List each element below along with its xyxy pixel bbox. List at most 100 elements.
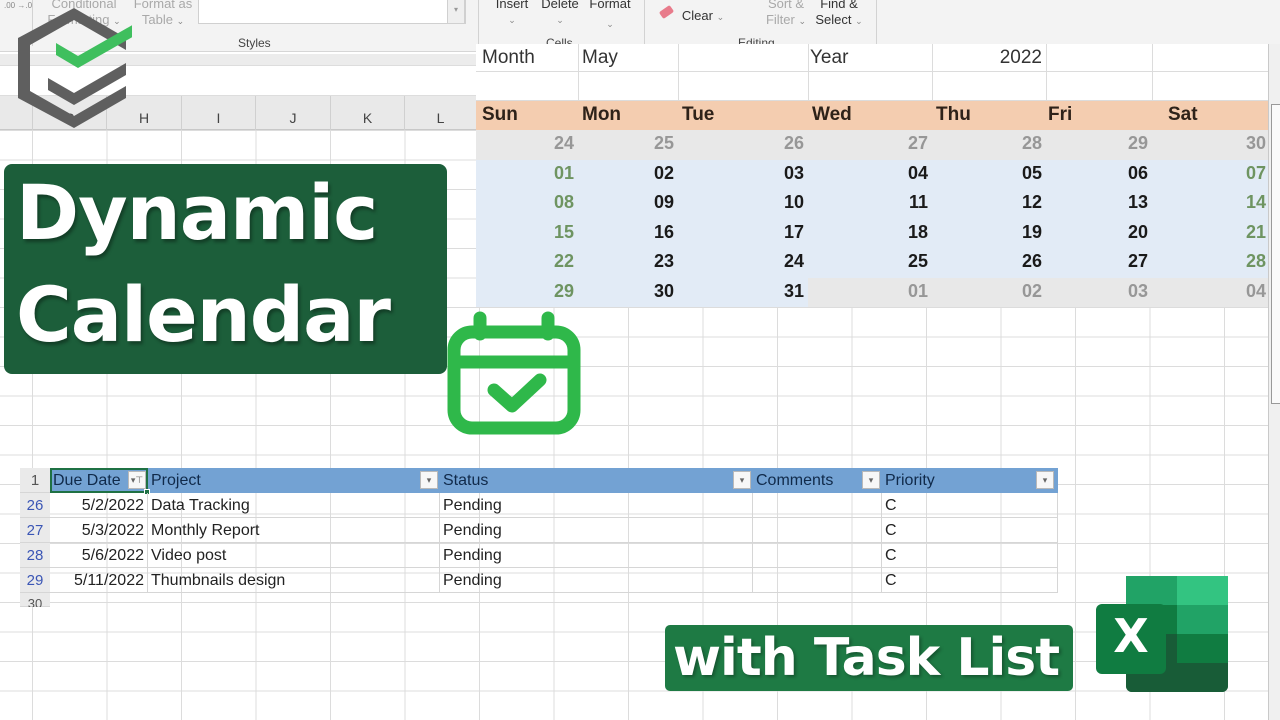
sort-filter-button[interactable]: Sort & Filter ⌄: [762, 0, 810, 29]
scrollbar-thumb[interactable]: [1271, 104, 1280, 404]
comments-cell[interactable]: [753, 518, 882, 543]
calendar-day-cell[interactable]: 17: [764, 222, 804, 243]
calendar-day-cell[interactable]: 26: [1002, 251, 1042, 272]
column-header-i[interactable]: I: [181, 96, 255, 130]
calendar-day-cell[interactable]: 09: [634, 192, 674, 213]
calendar-day-cell[interactable]: 03: [764, 163, 804, 184]
priority-cell[interactable]: C: [882, 568, 1058, 593]
row-number[interactable]: 1: [20, 468, 50, 493]
table-row[interactable]: 27 5/3/2022 Monthly Report Pending C: [20, 518, 1058, 543]
calendar-day-cell[interactable]: 07: [1226, 163, 1266, 184]
header-project[interactable]: Project: [148, 468, 440, 493]
calendar-day-cell[interactable]: 10: [764, 192, 804, 213]
project-cell[interactable]: Monthly Report: [148, 518, 440, 543]
table-row[interactable]: 29 5/11/2022 Thumbnails design Pending C: [20, 568, 1058, 593]
due-date-cell[interactable]: 5/3/2022: [50, 518, 148, 543]
calendar-day-cell[interactable]: 24: [764, 251, 804, 272]
due-date-cell[interactable]: 5/2/2022: [50, 493, 148, 518]
calendar-day-cell[interactable]: 02: [1002, 281, 1042, 302]
header-priority[interactable]: Priority: [882, 468, 1058, 493]
row-number[interactable]: 28: [20, 543, 50, 568]
priority-cell[interactable]: C: [882, 543, 1058, 568]
filter-active-icon[interactable]: ▾⊤: [128, 471, 146, 489]
vertical-scrollbar[interactable]: [1268, 44, 1280, 720]
cell-styles-gallery[interactable]: [198, 0, 466, 24]
row-number[interactable]: 26: [20, 493, 50, 518]
calendar-day-cell[interactable]: 14: [1226, 192, 1266, 213]
calendar-day-cell[interactable]: 01: [534, 163, 574, 184]
delete-button[interactable]: Delete ⌄: [538, 0, 582, 28]
project-cell[interactable]: Video post: [148, 543, 440, 568]
calendar-day-cell[interactable]: 29: [534, 281, 574, 302]
month-value-cell[interactable]: May: [582, 47, 618, 69]
calendar-day-cell[interactable]: 15: [534, 222, 574, 243]
calendar-day-cell[interactable]: 01: [888, 281, 928, 302]
status-cell[interactable]: Pending: [440, 543, 753, 568]
status-cell[interactable]: Pending: [440, 493, 753, 518]
table-row[interactable]: 28 5/6/2022 Video post Pending C: [20, 543, 1058, 568]
column-header-l[interactable]: L: [404, 96, 476, 130]
calendar-day-cell[interactable]: 05: [1002, 163, 1042, 184]
calendar-day-cell[interactable]: 24: [534, 133, 574, 154]
clear-button[interactable]: Clear ⌄: [678, 8, 728, 25]
comments-cell[interactable]: [753, 493, 882, 518]
priority-cell[interactable]: C: [882, 493, 1058, 518]
calendar-day-cell[interactable]: 28: [1002, 133, 1042, 154]
calendar-day-cell[interactable]: 22: [534, 251, 574, 272]
filter-dropdown-icon[interactable]: ▾: [420, 471, 438, 489]
calendar-day-cell[interactable]: 11: [888, 192, 928, 213]
format-as-table-label: Format as: [133, 0, 193, 11]
priority-cell[interactable]: C: [882, 518, 1058, 543]
calendar-day-cell[interactable]: 02: [634, 163, 674, 184]
column-header-j[interactable]: J: [255, 96, 330, 130]
format-button[interactable]: Format ⌄: [586, 0, 634, 32]
row-number[interactable]: 27: [20, 518, 50, 543]
comments-cell[interactable]: [753, 568, 882, 593]
calendar-day-cell[interactable]: 18: [888, 222, 928, 243]
calendar-day-cell[interactable]: 04: [1226, 281, 1266, 302]
calendar-day-cell[interactable]: 28: [1226, 251, 1266, 272]
calendar-day-cell[interactable]: 31: [764, 281, 804, 302]
calendar-day-cell[interactable]: 25: [634, 133, 674, 154]
project-cell[interactable]: Data Tracking: [148, 493, 440, 518]
project-cell[interactable]: Thumbnails design: [148, 568, 440, 593]
year-value-cell[interactable]: 2022: [936, 47, 1042, 69]
calendar-day-cell[interactable]: 04: [888, 163, 928, 184]
table-row[interactable]: 26 5/2/2022 Data Tracking Pending C: [20, 493, 1058, 518]
calendar-day-cell[interactable]: 27: [888, 133, 928, 154]
gallery-more-button[interactable]: ▾: [447, 0, 465, 24]
calendar-day-cell[interactable]: 03: [1108, 281, 1148, 302]
calendar-day-cell[interactable]: 30: [634, 281, 674, 302]
calendar-day-cell[interactable]: 12: [1002, 192, 1042, 213]
calendar-day-cell[interactable]: 30: [1226, 133, 1266, 154]
header-status[interactable]: Status: [440, 468, 753, 493]
status-cell[interactable]: Pending: [440, 518, 753, 543]
row-number[interactable]: 30: [20, 593, 50, 607]
calendar-day-cell[interactable]: 06: [1108, 163, 1148, 184]
calendar-day-cell[interactable]: 08: [534, 192, 574, 213]
calendar-day-cell[interactable]: 29: [1108, 133, 1148, 154]
filter-dropdown-icon[interactable]: ▾: [733, 471, 751, 489]
calendar-day-cell[interactable]: 26: [764, 133, 804, 154]
filter-dropdown-icon[interactable]: ▾: [862, 471, 880, 489]
calendar-day-cell[interactable]: 23: [634, 251, 674, 272]
comments-cell[interactable]: [753, 543, 882, 568]
format-as-table-button[interactable]: Format as Table ⌄: [130, 0, 196, 29]
row-number[interactable]: 29: [20, 568, 50, 593]
calendar-day-cell[interactable]: 13: [1108, 192, 1148, 213]
calendar-selector-row: Month May Year 2022: [476, 44, 1268, 101]
filter-dropdown-icon[interactable]: ▾: [1036, 471, 1054, 489]
calendar-day-cell[interactable]: 21: [1226, 222, 1266, 243]
calendar-day-cell[interactable]: 19: [1002, 222, 1042, 243]
clear-label: Clear: [681, 8, 713, 23]
calendar-day-cell[interactable]: 16: [634, 222, 674, 243]
calendar-day-cell[interactable]: 27: [1108, 251, 1148, 272]
column-header-k[interactable]: K: [330, 96, 404, 130]
calendar-day-cell[interactable]: 25: [888, 251, 928, 272]
calendar-day-cell[interactable]: 20: [1108, 222, 1148, 243]
insert-button[interactable]: Insert ⌄: [490, 0, 534, 28]
status-cell[interactable]: Pending: [440, 568, 753, 593]
due-date-cell[interactable]: 5/11/2022: [50, 568, 148, 593]
due-date-cell[interactable]: 5/6/2022: [50, 543, 148, 568]
find-select-button[interactable]: Find & Select ⌄: [812, 0, 866, 29]
